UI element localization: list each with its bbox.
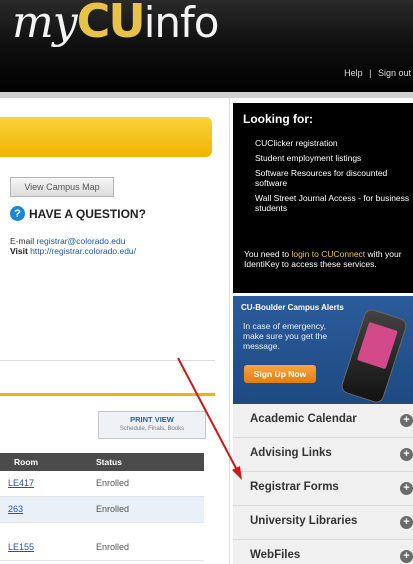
link-academic-calendar[interactable]: Academic Calendar +: [233, 404, 413, 438]
looking-for-title: Looking for:: [243, 112, 313, 126]
mycuinfo-logo[interactable]: myCUinfo: [12, 0, 219, 50]
print-view-sub: Schedule, Finals, Books: [119, 426, 185, 432]
plus-icon: +: [400, 414, 413, 427]
link-webfiles[interactable]: WebFiles +: [233, 540, 413, 564]
gold-divider: [0, 393, 215, 396]
gold-banner: [0, 117, 212, 157]
schedule-table-header: Room Status: [0, 453, 204, 471]
email-link[interactable]: registrar@colorado.edu: [36, 236, 125, 246]
plus-icon: +: [400, 516, 413, 529]
status-cell: Enrolled: [96, 504, 130, 514]
visit-line: Visit http://registrar.colorado.edu/: [10, 246, 136, 256]
view-campus-map-button[interactable]: View Campus Map: [10, 177, 114, 197]
looking-for-list: CUClicker registration Student employmen…: [255, 138, 410, 218]
registrar-url-link[interactable]: http://registrar.colorado.edu/: [30, 246, 136, 256]
print-view-label: PRINT VIEW: [130, 415, 174, 424]
table-row: LE417 Enrolled: [0, 471, 204, 497]
table-row: LE155 Enrolled: [0, 535, 204, 561]
login-cuconnect-link[interactable]: login to CUConnect: [291, 249, 365, 259]
question-heading-text: HAVE A QUESTION?: [29, 206, 146, 221]
login-note-prefix: You need to: [244, 249, 290, 259]
header-links: Help | Sign out: [342, 68, 413, 78]
visit-label: Visit: [10, 246, 28, 256]
help-link[interactable]: Help: [342, 68, 365, 78]
col-status: Status: [96, 457, 122, 467]
room-link[interactable]: LE155: [8, 542, 34, 552]
plus-icon: +: [400, 482, 413, 495]
room-link[interactable]: LE417: [8, 478, 34, 488]
phone-screen: [356, 321, 398, 370]
signout-link[interactable]: Sign out: [376, 68, 413, 78]
sign-up-now-button[interactable]: Sign Up Now: [244, 365, 316, 383]
site-header: myCUinfo Help | Sign out: [0, 0, 413, 92]
link-university-libraries[interactable]: University Libraries +: [233, 506, 413, 540]
email-line: E-mail registrar@colorado.edu: [10, 236, 136, 246]
looking-for-item[interactable]: Software Resources for discounted softwa…: [255, 168, 410, 188]
logo-my: my: [12, 0, 78, 48]
question-heading: ? HAVE A QUESTION?: [10, 206, 146, 221]
table-row: 263 Enrolled: [0, 497, 204, 523]
campus-alerts-title: CU-Boulder Campus Alerts: [241, 303, 344, 312]
logo-cu: CU: [76, 0, 146, 48]
link-label: Registrar Forms: [250, 481, 339, 493]
looking-for-item[interactable]: CUClicker registration: [255, 138, 410, 148]
plus-icon: +: [400, 550, 413, 563]
link-advising-links[interactable]: Advising Links +: [233, 438, 413, 472]
header-separator: |: [369, 68, 372, 78]
link-label: Academic Calendar: [250, 413, 357, 425]
status-cell: Enrolled: [96, 478, 130, 488]
plus-icon: +: [400, 448, 413, 461]
looking-for-item[interactable]: Student employment listings: [255, 153, 410, 163]
looking-for-item[interactable]: Wall Street Journal Access - for busines…: [255, 193, 410, 213]
logo-info: info: [143, 0, 220, 47]
status-cell: Enrolled: [96, 542, 130, 552]
quick-links: Academic Calendar + Advising Links + Reg…: [233, 404, 413, 564]
link-label: University Libraries: [250, 515, 358, 527]
link-label: Advising Links: [250, 447, 332, 459]
section-divider: [0, 360, 215, 361]
link-label: WebFiles: [250, 549, 301, 561]
col-room: Room: [14, 457, 39, 467]
looking-for-box: Looking for: CUClicker registration Stud…: [233, 103, 413, 293]
link-registrar-forms[interactable]: Registrar Forms +: [233, 472, 413, 506]
login-note: You need to login to CUConnect with your…: [244, 249, 409, 269]
campus-alerts-text: In case of emergency, make sure you get …: [243, 321, 328, 351]
contact-info: E-mail registrar@colorado.edu Visit http…: [10, 236, 136, 256]
email-label: E-mail: [10, 236, 35, 246]
print-view-button[interactable]: PRINT VIEW Schedule, Finals, Books: [98, 411, 206, 439]
room-link[interactable]: 263: [8, 504, 23, 514]
question-icon: ?: [10, 206, 25, 221]
